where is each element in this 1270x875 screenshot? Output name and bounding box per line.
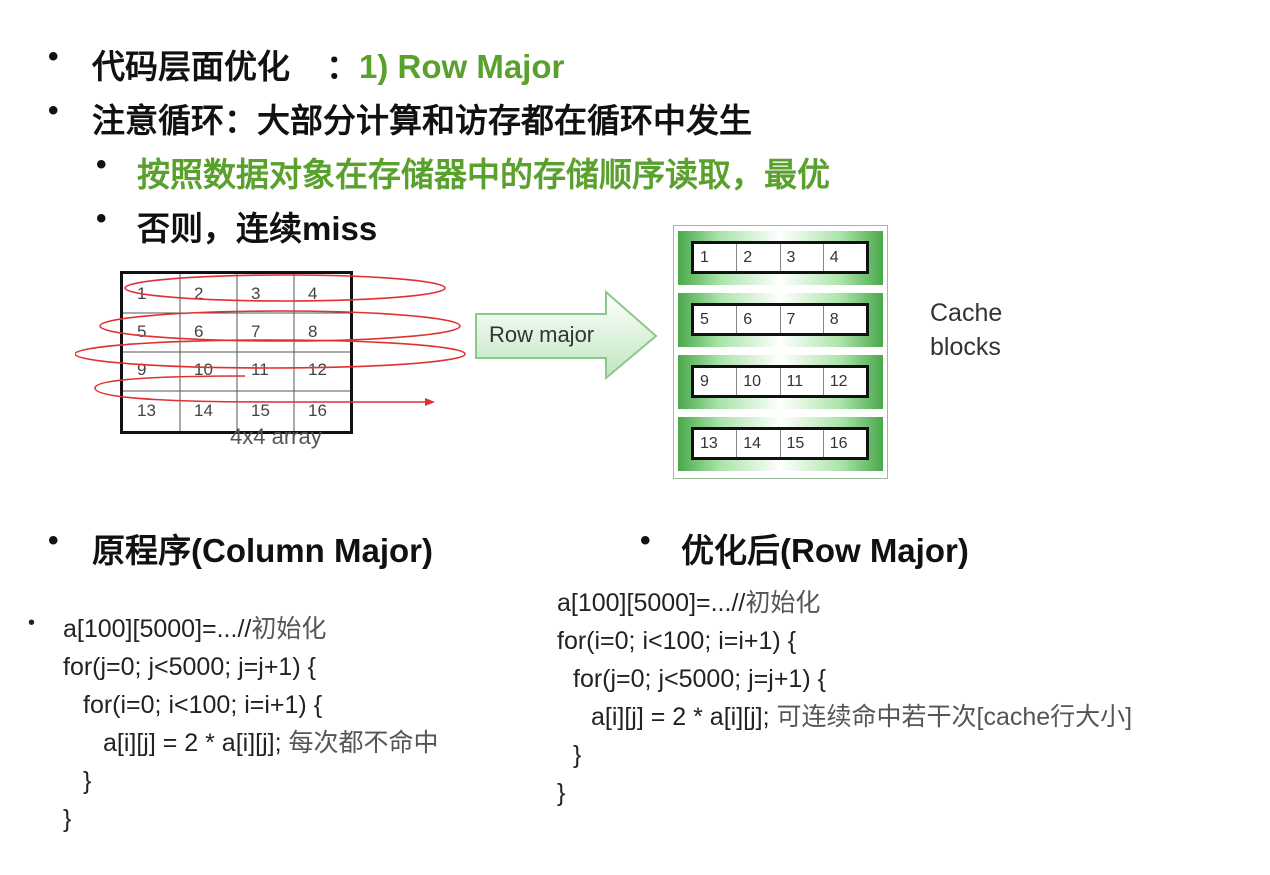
cache-cell: 12	[829, 373, 848, 390]
bullet-storage-order: 按照数据对象在存储器中的存储顺序读取，最优	[137, 156, 830, 193]
cache-cell: 3	[781, 244, 824, 271]
left-code-block: a[100][5000]=...//初始化 for(j=0; j<5000; j…	[63, 610, 439, 838]
code-line: }	[573, 741, 582, 769]
right-section-heading: 优化后(Row Major)	[681, 532, 969, 569]
code-line: }	[557, 779, 566, 807]
cache-cell: 10	[737, 368, 781, 395]
cache-cell: 14	[737, 430, 781, 457]
bullet-dot: •	[48, 40, 59, 73]
cache-cell: 16	[829, 435, 848, 452]
cache-cell: 15	[781, 430, 824, 457]
cache-block: 5 6 7 8	[691, 303, 869, 336]
bullet-loop-note: 注意循环：大部分计算和访存都在循环中发生	[92, 102, 752, 139]
cache-label-line2: blocks	[930, 333, 1001, 361]
cache-cell: 13	[694, 430, 738, 457]
array-caption: 4x4 array	[230, 424, 322, 449]
cache-band: 1 2 3 4	[678, 231, 883, 285]
cache-blocks-label: Cache blocks	[930, 296, 1002, 364]
code-line: a[i][j] = 2 * a[i][j]; 每次都不命中	[103, 729, 439, 757]
cache-band: 13 14 15 16	[678, 417, 883, 471]
bullet-code-optimization-text: 代码层面优化	[92, 48, 290, 85]
code-line: for(j=0; j<5000; j=j+1) {	[63, 653, 316, 681]
bullet-dot: •	[96, 202, 107, 235]
bullet-consecutive-miss: 否则，连续miss	[137, 210, 378, 247]
cache-cell: 2	[737, 244, 781, 271]
row-trace-path	[75, 274, 466, 406]
cache-cell: 6	[737, 306, 781, 333]
cache-block: 9 10 11 12	[691, 365, 869, 398]
cache-label-line1: Cache	[930, 299, 1003, 327]
code-line: }	[83, 767, 92, 795]
cache-band: 9 10 11 12	[678, 355, 883, 409]
bullet-dot: •	[96, 148, 107, 181]
bullet-dot: •	[640, 524, 651, 557]
row-major-highlight: 1) Row Major	[359, 48, 565, 85]
code-line: }	[63, 805, 72, 833]
code-line: for(j=0; j<5000; j=j+1) {	[573, 665, 826, 693]
cache-cell: 8	[829, 311, 839, 328]
cache-cell: 7	[781, 306, 824, 333]
cache-cell: 9	[694, 368, 738, 395]
bullet-colon: ：	[326, 48, 359, 85]
cache-cell: 11	[781, 368, 824, 395]
bullet-dot: •	[48, 524, 59, 557]
cache-block: 1 2 3 4	[691, 241, 869, 274]
code-line: a[100][5000]=...//初始化	[63, 615, 327, 643]
bullet-dot: •	[48, 94, 59, 127]
bullet-code-optimization: 代码层面优化 ：1) Row Major	[92, 40, 564, 88]
row-major-arrow-label: Row major	[489, 322, 595, 347]
cache-cell: 5	[694, 306, 738, 333]
cache-block: 13 14 15 16	[691, 427, 869, 460]
code-line: for(i=0; i<100; i=i+1) {	[557, 627, 797, 655]
cache-cell: 4	[829, 249, 839, 266]
code-bullet: •	[28, 612, 36, 634]
cache-panel: 1 2 3 4 5 6 7 8 9 10 11 12 13 14 15 16	[673, 225, 888, 479]
left-section-heading: 原程序(Column Major)	[92, 532, 433, 569]
cache-band: 5 6 7 8	[678, 293, 883, 347]
right-code-block: a[100][5000]=...//初始化 for(i=0; i<100; i=…	[557, 584, 1132, 812]
code-line: a[100][5000]=...//初始化	[557, 589, 821, 617]
code-line: a[i][j] = 2 * a[i][j]; 可连续命中若干次[cache行大小…	[591, 703, 1133, 731]
code-line: for(i=0; i<100; i=i+1) {	[83, 691, 323, 719]
cache-cell: 1	[694, 244, 738, 271]
